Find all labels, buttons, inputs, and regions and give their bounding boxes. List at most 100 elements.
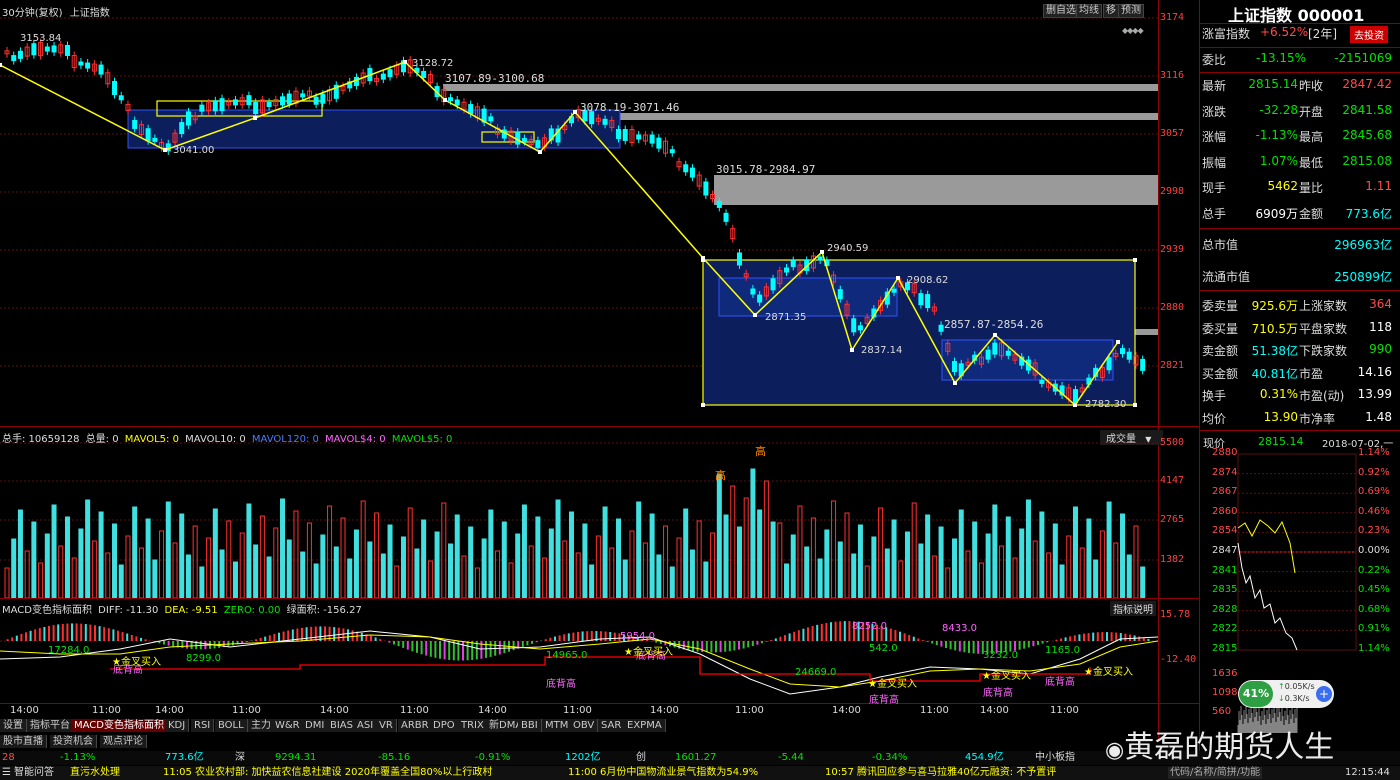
- macd-bar: [462, 641, 464, 661]
- sidebar-header: 上证指数 000001: [1200, 0, 1400, 25]
- macd-bar: [931, 641, 934, 644]
- macd-bar: [922, 640, 924, 641]
- news-item-1[interactable]: 11:05 农业农村部: 加快益农信息社建设 2020年覆盖全国80%以上行政村: [163, 767, 492, 779]
- volume-bar: [172, 542, 178, 598]
- tab-10[interactable]: ASI: [354, 719, 378, 732]
- macd-bar: [1041, 641, 1044, 644]
- macd-bar: [963, 641, 966, 653]
- tab-1[interactable]: 指标平台: [27, 719, 74, 732]
- macd-bar: [429, 641, 432, 657]
- time-tick: 14:00: [650, 705, 679, 716]
- macd-bar: [834, 621, 837, 641]
- volume-tick: 5500: [1160, 437, 1185, 448]
- macd-bar: [84, 624, 87, 641]
- volume-bar: [71, 557, 77, 598]
- news-item-2[interactable]: 11:00 6月份中国物流业景气指数为54.9%: [568, 767, 758, 779]
- sh-amount: 773.6亿: [165, 752, 204, 763]
- macd-bar: [968, 641, 970, 653]
- volume-bar: [1120, 513, 1126, 598]
- macd-bar: [172, 641, 175, 647]
- tab-6[interactable]: 主力: [248, 719, 275, 732]
- tab-4[interactable]: RSI: [191, 719, 215, 732]
- candle: [273, 95, 279, 110]
- tab-0[interactable]: 设置: [0, 719, 27, 732]
- tab-16[interactable]: BBI: [518, 719, 542, 732]
- speed-widget[interactable]: 41% ↑0.05K/s ↓0.3K/s +: [1238, 680, 1334, 708]
- chat-icon[interactable]: ☰: [2, 767, 11, 779]
- volume-bar: [763, 480, 769, 598]
- macd-bar: [397, 641, 400, 647]
- candle: [642, 131, 648, 146]
- macd-bar: [80, 623, 83, 641]
- tab-17[interactable]: MTM: [542, 719, 573, 732]
- candle: [85, 59, 91, 73]
- tab-20[interactable]: EXPMA: [624, 719, 666, 732]
- row-value: 925.6万: [1251, 299, 1298, 313]
- volume-bar: [353, 529, 359, 598]
- volume-bar: [824, 529, 830, 598]
- macd-bar: [719, 641, 722, 653]
- time-tick: 14:00: [10, 705, 39, 716]
- row-value: 0.31%: [1259, 387, 1298, 401]
- tab-7[interactable]: W&R: [272, 719, 304, 732]
- candle: [78, 58, 84, 70]
- macd-bar: [25, 632, 27, 641]
- macd-tick: 15.78: [1160, 609, 1191, 620]
- candle: [703, 178, 709, 200]
- tab-5[interactable]: BOLL: [215, 719, 248, 732]
- row-label: 现手: [1202, 181, 1227, 195]
- macd-bar: [20, 633, 23, 641]
- tab-11[interactable]: VR: [376, 719, 397, 732]
- macd-bar: [107, 628, 110, 641]
- subtab-1[interactable]: 投资机会: [50, 735, 97, 748]
- zigzag-point: [896, 276, 900, 280]
- tab-13[interactable]: DPO: [430, 719, 459, 732]
- macd-bar: [908, 635, 911, 641]
- price-chart[interactable]: [0, 0, 1158, 426]
- volume-bar: [132, 506, 138, 598]
- macd-bar: [117, 630, 119, 641]
- plus-icon[interactable]: +: [1316, 686, 1332, 702]
- code-search-input[interactable]: 代码/名称/简拼/功能: [1168, 767, 1263, 779]
- smart-qa-link[interactable]: 智能问答: [14, 767, 54, 779]
- volume-bar: [568, 511, 574, 598]
- volume-bar: [642, 542, 648, 598]
- tab-2[interactable]: MACD变色指标面积: [71, 719, 168, 732]
- tab-12[interactable]: ARBR: [398, 719, 433, 732]
- macd-bar: [43, 626, 46, 641]
- volume-bar: [85, 499, 91, 598]
- time-tick: 11:00: [92, 705, 121, 716]
- news-tag[interactable]: 直污水处理: [70, 767, 120, 779]
- mini-vol-tick: 560: [1212, 706, 1232, 717]
- sidebar-total-cap: 总市值 296963亿: [1202, 236, 1396, 258]
- tab-9[interactable]: BIAS: [327, 719, 357, 732]
- volume-bar: [515, 533, 521, 598]
- sidebar-row: 最新 2815.14 昨收 2847.42: [1202, 77, 1396, 99]
- cy-index: 1601.27: [675, 752, 717, 763]
- tab-3[interactable]: KDJ: [165, 719, 190, 732]
- price-tick: 3057: [1160, 128, 1185, 139]
- subtab-2[interactable]: 观点评论: [100, 735, 147, 748]
- invest-button[interactable]: 去投资: [1350, 26, 1388, 43]
- mini-pct-tick: 1.14%: [1358, 643, 1390, 654]
- candle: [676, 157, 682, 171]
- volume-bar: [185, 554, 191, 598]
- tab-19[interactable]: SAR: [598, 719, 626, 732]
- subtab-0[interactable]: 股市直播: [0, 735, 47, 748]
- candle: [98, 61, 104, 79]
- macd-bar: [774, 638, 777, 641]
- volume-bar: [259, 515, 265, 598]
- tab-8[interactable]: DMI: [302, 719, 329, 732]
- volume-bar: [333, 546, 339, 598]
- macd-bar: [167, 641, 170, 646]
- tab-14[interactable]: TRIX: [458, 719, 488, 732]
- news-item-3[interactable]: 10:57 腾讯回应参与喜马拉雅40亿元融资: 不予置评: [825, 767, 1056, 779]
- volume-bar: [273, 527, 279, 598]
- mini-price-tick: 2867: [1212, 486, 1238, 498]
- volume-tick: 1382: [1160, 554, 1185, 565]
- tab-18[interactable]: OBV: [570, 719, 599, 732]
- macd-bar: [163, 641, 165, 645]
- volume-bar: [952, 538, 958, 598]
- mini-price-tick: 2860: [1212, 505, 1238, 517]
- volume-bar: [521, 504, 527, 598]
